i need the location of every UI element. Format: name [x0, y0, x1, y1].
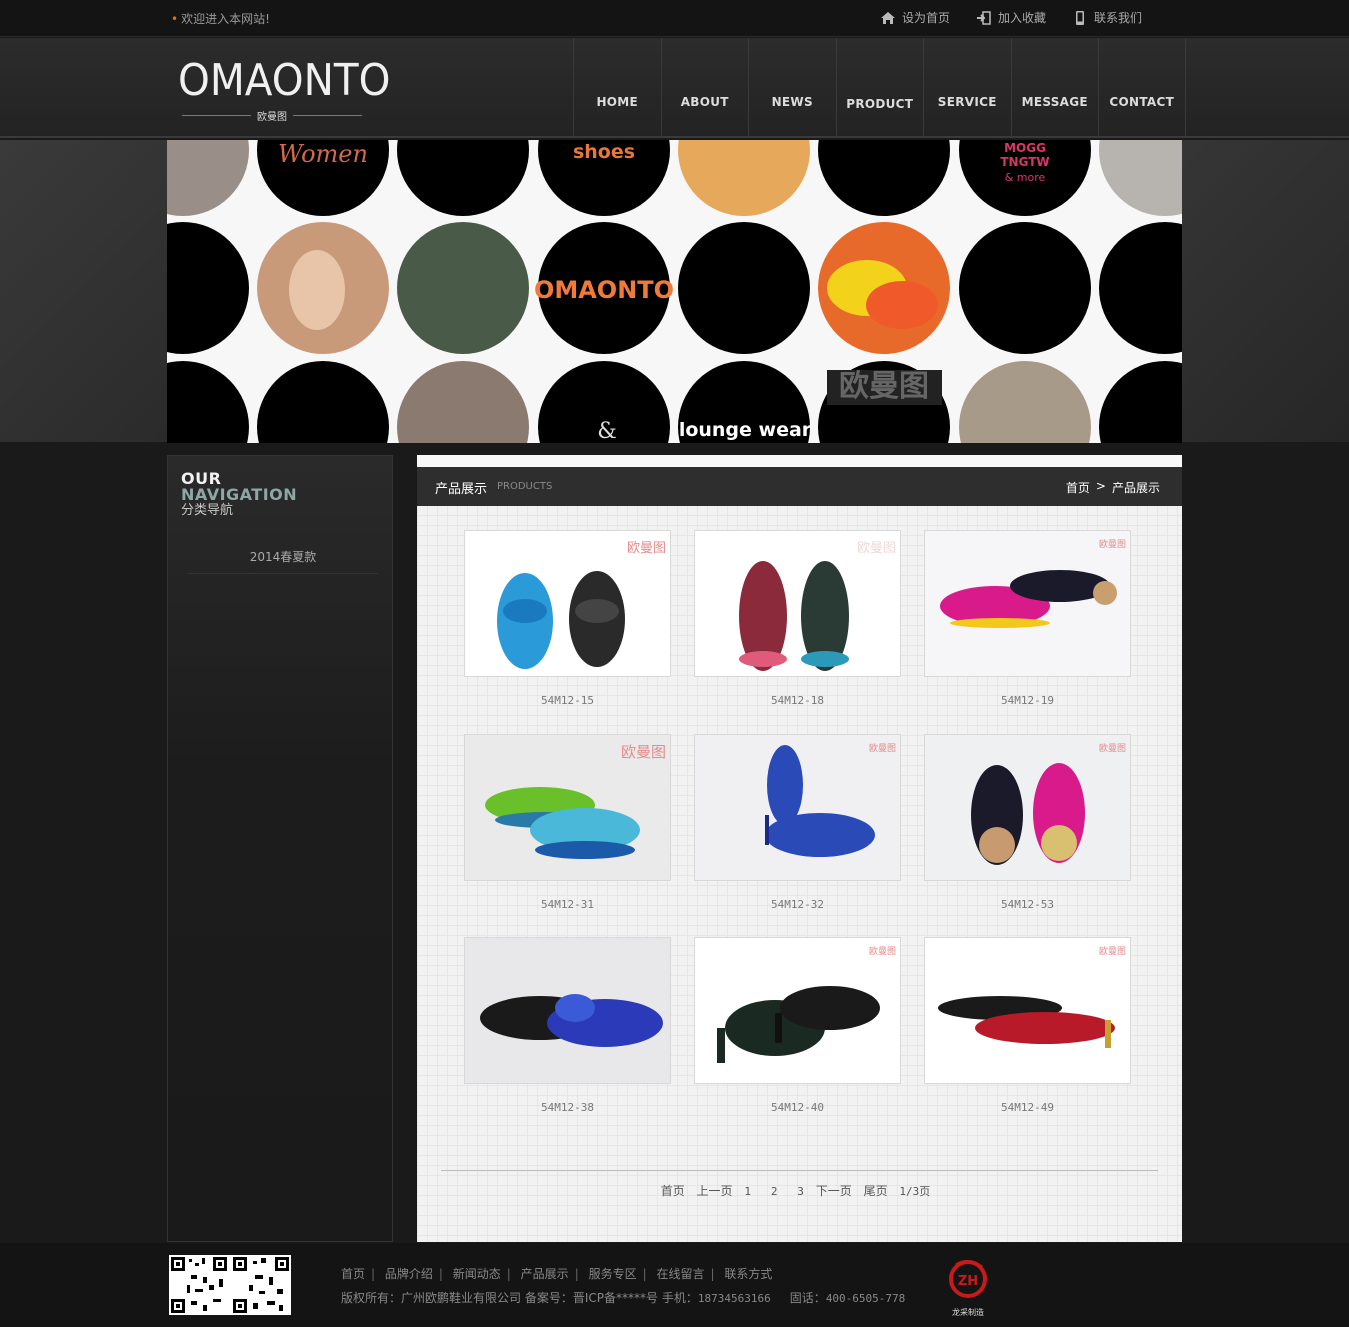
product-code: 54M12-40: [771, 1101, 824, 1114]
content-title-bar: 产品展示 PRODUCTS 首页 > 产品展示: [417, 467, 1182, 506]
pager-first[interactable]: 首页: [661, 1184, 685, 1198]
product-image[interactable]: 欧曼图: [694, 937, 901, 1084]
top-links: 设为首页 加入收藏 联系我们: [880, 9, 1142, 26]
pagination: 首页 上一页 1 2 3 下一页 尾页 1/3页: [417, 1182, 1182, 1199]
watermark: 欧曼图: [1098, 540, 1126, 550]
footer-copyright: 版权所有：广州欧鹏鞋业有限公司 备案号：晋ICP备*****号 手机：18734…: [341, 1291, 906, 1305]
pager-page-2[interactable]: 2: [771, 1185, 778, 1198]
product-card[interactable]: 欧曼图 54M12-49: [924, 937, 1131, 1114]
banner-brand-text: OMAONTO: [534, 276, 674, 304]
pager-page-3[interactable]: 3: [797, 1185, 804, 1198]
header: OMAONTO 欧曼图 HOME ABOUT NEWS PRODUCT SERV…: [0, 38, 1349, 138]
product-card[interactable]: 欧曼图 54M12-53: [924, 734, 1131, 911]
product-code: 54M12-31: [541, 898, 594, 911]
banner-amp-text: &: [597, 419, 617, 443]
welcome-text: • 欢迎进入本网站!: [171, 12, 270, 26]
logo-subtitle: 欧曼图: [257, 112, 287, 123]
product-code: 54M12-32: [771, 898, 824, 911]
footer-link-news[interactable]: 新闻动态: [453, 1267, 501, 1281]
svg-text:ZH: ZH: [958, 1274, 978, 1289]
footer-links: 首页 | 品牌介绍 | 新闻动态 | 产品展示 | 服务专区 | 在线留言 | 联系方式: [341, 1267, 773, 1281]
contact-us-link[interactable]: 联系我们: [1072, 9, 1142, 26]
pager-prev[interactable]: 上一页: [697, 1184, 733, 1198]
footer: 首页 | 品牌介绍 | 新闻动态 | 产品展示 | 服务专区 | 在线留言 | 联系方式 版…: [0, 1243, 1349, 1327]
footer-link-message[interactable]: 在线留言: [656, 1267, 704, 1281]
footer-link-service[interactable]: 服务专区: [589, 1267, 637, 1281]
product-code: 54M12-38: [541, 1101, 594, 1114]
watermark: 欧曼图: [868, 744, 896, 754]
product-card[interactable]: 欧曼图 54M12-19: [924, 530, 1131, 707]
banner: Women shoes MOGG TNGTW & more OMAONTO & …: [167, 140, 1182, 443]
pager-last[interactable]: 尾页: [864, 1184, 888, 1198]
banner-more-text: & more: [1005, 171, 1046, 184]
footer-link-brand[interactable]: 品牌介绍: [385, 1267, 433, 1281]
product-card[interactable]: 欧曼图 54M12-40: [694, 937, 901, 1114]
watermark: 欧曼图: [868, 947, 896, 957]
nav-about[interactable]: ABOUT: [660, 38, 749, 136]
add-bookmark-link[interactable]: 加入收藏: [976, 9, 1046, 26]
product-image[interactable]: 欧曼图: [464, 530, 671, 677]
footer-link-contact[interactable]: 联系方式: [724, 1267, 772, 1281]
product-image[interactable]: 欧曼图: [924, 937, 1131, 1084]
product-image[interactable]: 欧曼图: [694, 734, 901, 881]
nav-product[interactable]: PRODUCT: [835, 38, 924, 136]
main-nav: HOME ABOUT NEWS PRODUCT SERVICE MESSAGE …: [573, 38, 1186, 136]
bookmark-icon: [976, 10, 992, 25]
page-subtitle: PRODUCTS: [497, 481, 553, 492]
qr-code-image: [169, 1255, 291, 1315]
nav-home[interactable]: HOME: [573, 38, 661, 136]
top-bar: • 欢迎进入本网站! 设为首页 加入收藏 联系我们: [0, 0, 1349, 37]
product-content: 产品展示 PRODUCTS 首页 > 产品展示 欧曼图 54M12-15 欧曼图…: [417, 455, 1182, 1242]
pager-next[interactable]: 下一页: [816, 1184, 852, 1198]
maker-logo[interactable]: ZH 龙采制造: [946, 1257, 990, 1317]
breadcrumb: 首页 > 产品展示: [1066, 479, 1160, 496]
chevron-right-icon: >: [1095, 479, 1106, 493]
product-image[interactable]: [464, 937, 671, 1084]
product-code: 54M12-18: [771, 694, 824, 707]
phone-icon: [1072, 10, 1088, 25]
banner-tngtw-text: TNGTW: [1000, 155, 1049, 169]
product-card[interactable]: 欧曼图 54M12-15: [464, 530, 671, 707]
sidebar-title: OUR NAVIGATION 分类导航: [181, 469, 298, 519]
product-card[interactable]: 54M12-38: [464, 937, 671, 1114]
nav-news[interactable]: NEWS: [748, 38, 836, 136]
watermark: 欧曼图: [1098, 947, 1126, 957]
nav-message[interactable]: MESSAGE: [1010, 38, 1099, 136]
breadcrumb-home[interactable]: 首页: [1066, 479, 1090, 496]
product-code: 54M12-19: [1001, 694, 1054, 707]
site-logo[interactable]: OMAONTO 欧曼图: [178, 56, 391, 124]
category-sidebar: OUR NAVIGATION 分类导航 2014春夏款: [167, 455, 393, 1242]
product-image[interactable]: 欧曼图: [694, 530, 901, 677]
product-code: 54M12-15: [541, 694, 594, 707]
product-image[interactable]: 欧曼图: [924, 530, 1131, 677]
sidebar-item-2014-spring-summer[interactable]: 2014春夏款: [188, 548, 378, 574]
page-title: 产品展示: [435, 482, 488, 497]
product-card[interactable]: 欧曼图 54M12-18: [694, 530, 901, 707]
footer-link-home[interactable]: 首页: [341, 1267, 365, 1281]
product-code: 54M12-53: [1001, 898, 1054, 911]
product-image[interactable]: 欧曼图: [464, 734, 671, 881]
product-code: 54M12-49: [1001, 1101, 1054, 1114]
banner-lounge-text: lounge wear: [679, 419, 812, 441]
pager-page-1[interactable]: 1: [744, 1185, 751, 1198]
product-card[interactable]: 欧曼图 54M12-31: [464, 734, 671, 911]
dragon-logo-icon: ZH: [949, 1260, 987, 1298]
nav-service[interactable]: SERVICE: [923, 38, 1011, 136]
product-image[interactable]: 欧曼图: [924, 734, 1131, 881]
watermark: 欧曼图: [856, 541, 896, 556]
footer-link-products[interactable]: 产品展示: [521, 1267, 569, 1281]
banner-mogg-text: MOGG: [1004, 141, 1046, 155]
watermark: 欧曼图: [626, 541, 666, 556]
product-card[interactable]: 欧曼图 54M12-32: [694, 734, 901, 911]
banner-shoes-text: shoes: [573, 141, 635, 163]
banner-women-text: Women: [278, 140, 368, 168]
home-icon: [880, 11, 896, 25]
watermark: 欧曼图: [620, 743, 666, 761]
nav-contact[interactable]: CONTACT: [1098, 38, 1186, 136]
breadcrumb-current: 产品展示: [1111, 481, 1160, 495]
banner-cn-text: 欧曼图: [839, 369, 929, 404]
watermark: 欧曼图: [1098, 744, 1126, 754]
set-homepage-link[interactable]: 设为首页: [880, 9, 950, 26]
pager-info: 1/3页: [899, 1185, 931, 1198]
